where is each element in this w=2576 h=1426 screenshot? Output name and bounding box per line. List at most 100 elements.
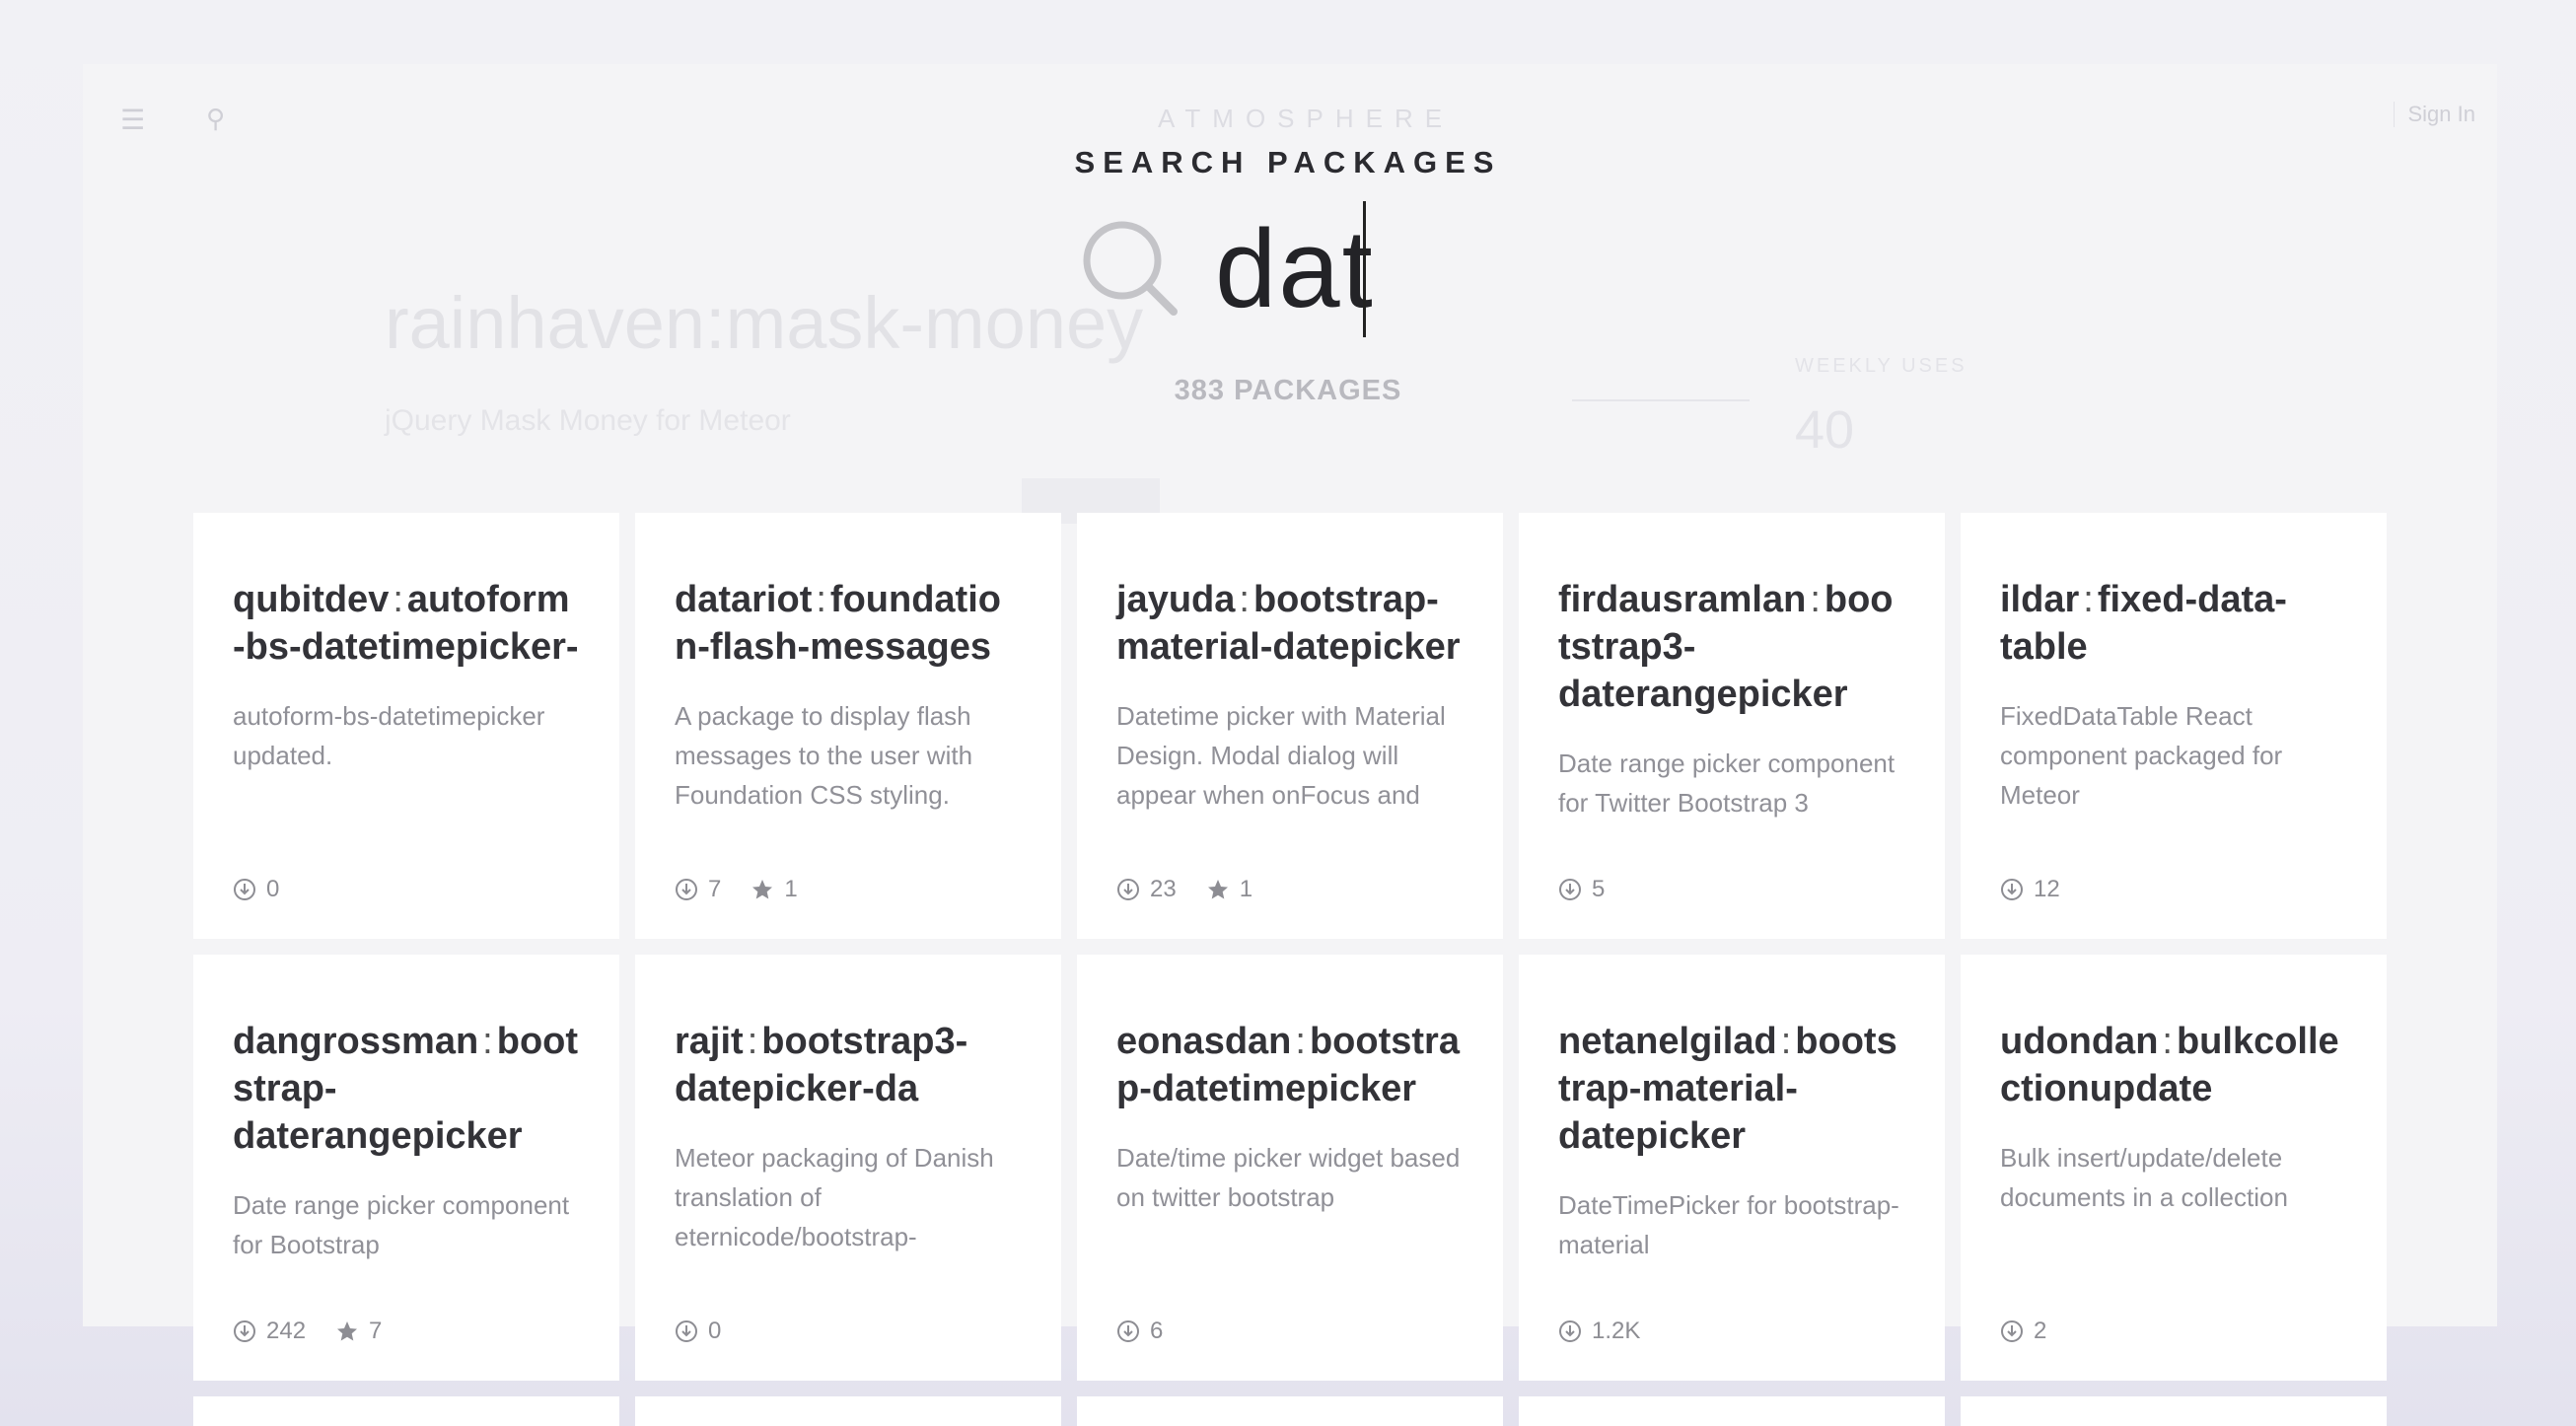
download-icon	[676, 879, 697, 900]
search-icon	[1083, 221, 1178, 316]
package-card-partial[interactable]	[1077, 1396, 1503, 1426]
star-icon	[337, 1321, 358, 1341]
installs-stat: 5	[1558, 876, 1605, 903]
package-author: udondan	[2000, 1021, 2159, 1062]
package-description: autoform-bs-datetimepicker updated.	[233, 701, 545, 770]
package-card[interactable]: rajit: bootstrap3-datepicker-da Meteor pa…	[635, 955, 1061, 1381]
installs-count: 23	[1150, 876, 1177, 902]
text-cursor	[1363, 201, 1366, 337]
separator: :	[1239, 579, 1250, 620]
package-description: Bulk insert/update/delete documents in a…	[2000, 1143, 2288, 1212]
separator: :	[747, 1021, 758, 1062]
installs-count: 12	[2034, 876, 2060, 902]
star-icon	[1207, 880, 1228, 899]
package-author: rajit	[675, 1021, 744, 1062]
download-icon	[2001, 879, 2023, 900]
package-card-partial[interactable]	[635, 1396, 1061, 1426]
installs-stat: 0	[675, 1318, 721, 1345]
package-stats: 242 7	[233, 1318, 403, 1345]
package-author: eonasdan	[1116, 1021, 1292, 1062]
installs-count: 6	[1150, 1318, 1164, 1344]
package-stats: 0	[233, 876, 301, 903]
package-card[interactable]: jayuda: bootstrap-material-datepicker Dat…	[1077, 513, 1503, 939]
separator: :	[816, 579, 826, 620]
menu-icon: ☰	[120, 105, 146, 135]
package-title: jayuda: bootstrap-material-datepicker	[1116, 576, 1464, 671]
installs-count: 2	[2034, 1318, 2047, 1344]
package-author: datariot	[675, 579, 813, 620]
package-card[interactable]: ildar: fixed-data-table FixedDataTable Re…	[1961, 513, 2387, 939]
download-icon	[234, 1320, 255, 1342]
package-description: Meteor packaging of Danish translation o…	[675, 1143, 994, 1251]
separator: :	[1295, 1021, 1306, 1062]
separator: :	[482, 1021, 493, 1062]
package-author: jayuda	[1116, 579, 1236, 620]
download-icon	[1559, 879, 1581, 900]
installs-count: 0	[266, 876, 280, 902]
stars-count: 1	[1239, 876, 1253, 902]
package-card-partial[interactable]	[1519, 1396, 1945, 1426]
package-card[interactable]: netanelgilad: bootstrap-material-datepick…	[1519, 955, 1945, 1381]
stars-stat: 1	[1206, 876, 1252, 903]
package-title: firdausramlan: bootstrap3-daterangepicker	[1558, 576, 1905, 718]
package-title: udondan: bulkcollectionupdate	[2000, 1018, 2347, 1112]
site-logo: ATMOSPHERE	[1158, 104, 1455, 133]
package-card[interactable]: eonasdan: bootstrap-datetimepicker Date/t…	[1077, 955, 1503, 1381]
package-title: dangrossman: bootstrap-daterangepicker	[233, 1018, 580, 1160]
separator: :	[393, 579, 403, 620]
background-package-subtitle: jQuery Mask Money for Meteor	[385, 404, 791, 437]
package-stats: 6	[1116, 1318, 1184, 1345]
package-description: Date range picker component for Bootstra…	[233, 1190, 570, 1259]
star-icon	[752, 880, 773, 899]
download-icon	[234, 879, 255, 900]
download-icon	[1117, 879, 1139, 900]
package-author: ildar	[2000, 579, 2080, 620]
stars-count: 1	[784, 876, 798, 902]
package-description: DateTimePicker for bootstrap-material	[1558, 1190, 1899, 1259]
package-card[interactable]: firdausramlan: bootstrap3-daterangepicker…	[1519, 513, 1945, 939]
package-stats: 0	[675, 1318, 743, 1345]
package-title: qubitdev: autoform-bs-datetimepicker-	[233, 576, 580, 671]
search-overlay-screen: ☰ ⚲ ATMOSPHERE Sign In rainhaven:mask-mo…	[0, 0, 2576, 1426]
installs-count: 7	[708, 876, 722, 902]
package-card[interactable]: datariot: foundation-flash-messages A pac…	[635, 513, 1061, 939]
package-stats: 2	[2000, 1318, 2068, 1345]
package-title: netanelgilad: bootstrap-material-datepick…	[1558, 1018, 1905, 1160]
package-author: firdausramlan	[1558, 579, 1807, 620]
package-description: FixedDataTable React component packaged …	[2000, 701, 2283, 810]
background-package-title: rainhaven:mask-money	[385, 282, 1144, 364]
package-author: qubitdev	[233, 579, 390, 620]
separator: :	[1810, 579, 1821, 620]
stars-stat: 7	[335, 1318, 382, 1345]
search-icon: ⚲	[206, 104, 226, 133]
installs-stat: 2	[2000, 1318, 2046, 1345]
search-input[interactable]	[1215, 199, 1629, 337]
package-stats: 5	[1558, 876, 1626, 903]
installs-stat: 7	[675, 876, 721, 903]
package-stats: 23 1	[1116, 876, 1274, 903]
package-card[interactable]: udondan: bulkcollectionupdate Bulk insert…	[1961, 955, 2387, 1381]
package-card-partial[interactable]	[193, 1396, 619, 1426]
package-description: Date range picker component for Twitter …	[1558, 749, 1896, 818]
installs-stat: 23	[1116, 876, 1177, 903]
background-stat-value: 40	[1795, 400, 1855, 460]
installs-count: 1.2K	[1592, 1318, 1641, 1344]
package-description: A package to display flash messages to t…	[675, 701, 973, 810]
package-stats: 12	[2000, 876, 2082, 903]
package-stats: 1.2K	[1558, 1318, 1662, 1345]
installs-stat: 242	[233, 1318, 306, 1345]
stars-count: 7	[369, 1318, 383, 1344]
package-card-partial[interactable]	[1961, 1396, 2387, 1426]
package-card[interactable]: dangrossman: bootstrap-daterangepicker Da…	[193, 955, 619, 1381]
installs-count: 0	[708, 1318, 722, 1344]
package-card[interactable]: qubitdev: autoform-bs-datetimepicker- aut…	[193, 513, 619, 939]
download-icon	[1559, 1320, 1581, 1342]
download-icon	[676, 1320, 697, 1342]
package-stats: 7 1	[675, 876, 820, 903]
download-icon	[2001, 1320, 2023, 1342]
sign-in-link: Sign In	[2393, 102, 2475, 127]
package-description: Date/time picker widget based on twitter…	[1116, 1143, 1461, 1212]
package-author: netanelgilad	[1558, 1021, 1777, 1062]
installs-count: 242	[266, 1318, 307, 1344]
package-author: dangrossman	[233, 1021, 479, 1062]
